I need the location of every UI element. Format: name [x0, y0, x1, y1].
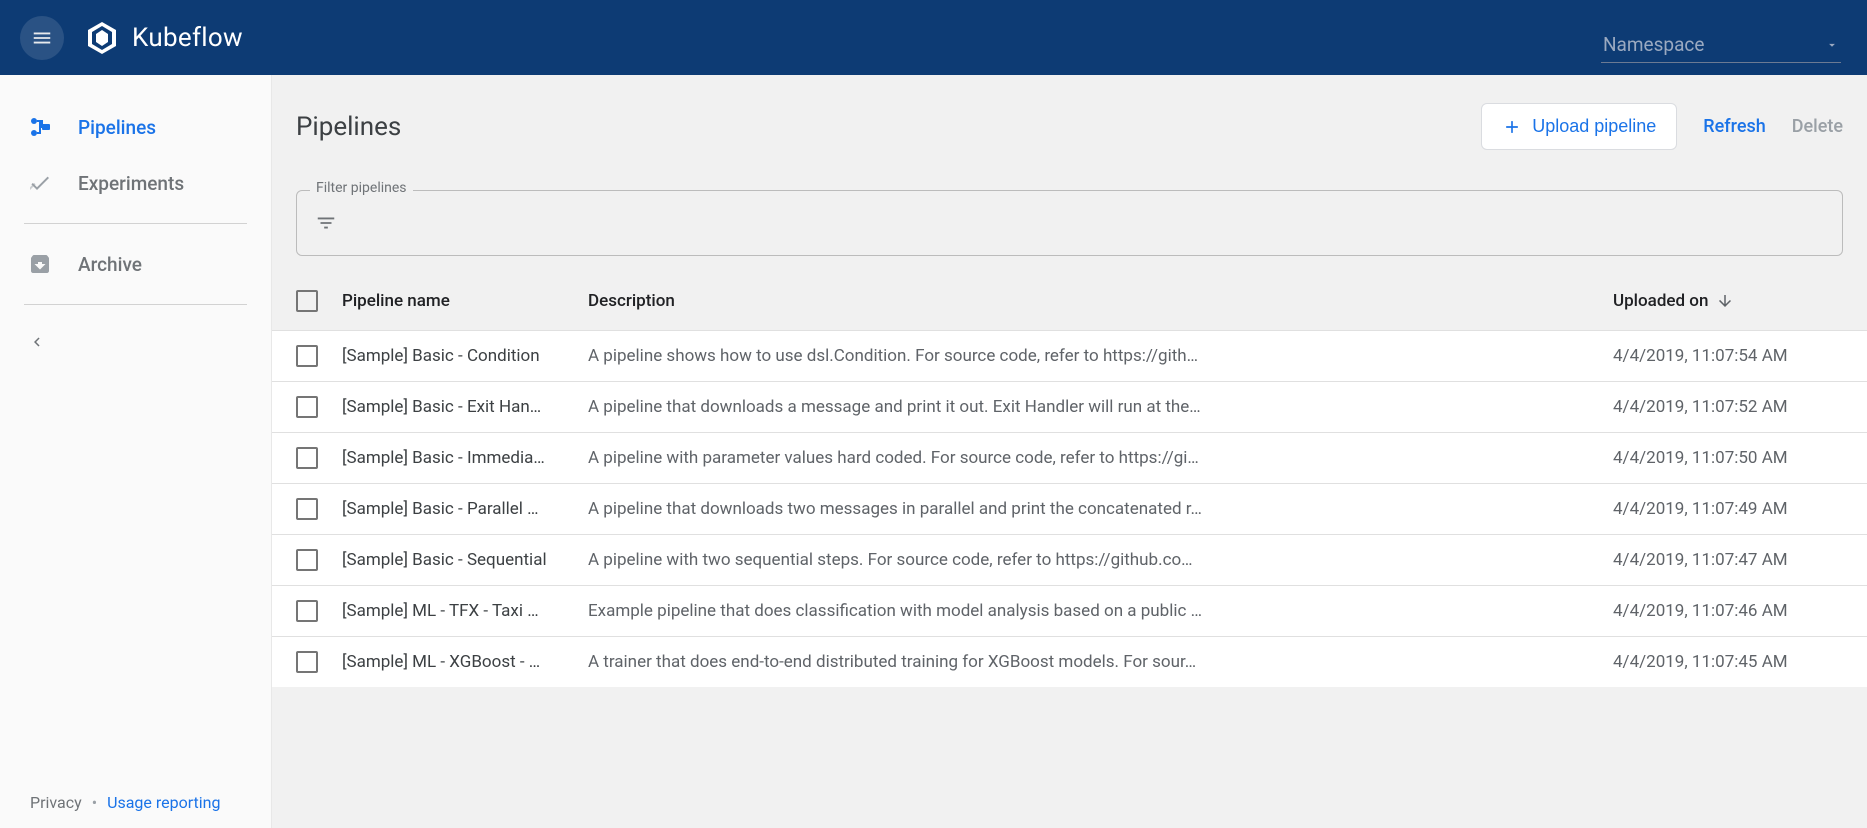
pipeline-name[interactable]: [Sample] Basic - Condition — [342, 346, 588, 366]
column-description[interactable]: Description — [588, 291, 1613, 311]
sidebar-item-archive[interactable]: Archive — [0, 236, 271, 292]
row-checkbox[interactable] — [296, 498, 318, 520]
table-row[interactable]: [Sample] ML - TFX - Taxi …Example pipeli… — [272, 585, 1867, 636]
sidebar-pipelines-label: Pipelines — [78, 116, 156, 139]
filter-input[interactable] — [351, 213, 1824, 233]
table-row[interactable]: [Sample] Basic - ConditionA pipeline sho… — [272, 330, 1867, 381]
page-title: Pipelines — [296, 112, 401, 142]
row-checkbox[interactable] — [296, 447, 318, 469]
pipeline-description: Example pipeline that does classificatio… — [588, 601, 1613, 621]
filter-box[interactable] — [296, 190, 1843, 256]
table-row[interactable]: [Sample] Basic - Exit Han…A pipeline tha… — [272, 381, 1867, 432]
pipeline-date: 4/4/2019, 11:07:54 AM — [1613, 346, 1843, 366]
sidebar-archive-label: Archive — [78, 253, 142, 276]
column-uploaded-label: Uploaded on — [1613, 291, 1708, 311]
app-header: Kubeflow Namespace — [0, 0, 1867, 75]
pipeline-description: A pipeline that downloads two messages i… — [588, 499, 1613, 519]
select-all-checkbox[interactable] — [296, 290, 318, 312]
sidebar-item-experiments[interactable]: Experiments — [0, 155, 271, 211]
row-checkbox[interactable] — [296, 549, 318, 571]
pipeline-description: A pipeline with parameter values hard co… — [588, 448, 1613, 468]
pipeline-name[interactable]: [Sample] Basic - Parallel … — [342, 499, 588, 519]
sidebar-footer: Privacy • Usage reporting — [0, 777, 271, 828]
main-content: Pipelines Upload pipeline Refresh Delete… — [272, 75, 1867, 828]
pipeline-description: A pipeline with two sequential steps. Fo… — [588, 550, 1613, 570]
row-checkbox[interactable] — [296, 345, 318, 367]
sidebar: Pipelines Experiments Archive Privacy • … — [0, 75, 272, 828]
experiments-icon — [28, 171, 52, 195]
refresh-button[interactable]: Refresh — [1703, 116, 1765, 137]
brand-name: Kubeflow — [132, 23, 243, 53]
pipeline-date: 4/4/2019, 11:07:50 AM — [1613, 448, 1843, 468]
plus-icon — [1502, 117, 1522, 137]
pipelines-icon — [28, 115, 52, 139]
table-header: Pipeline name Description Uploaded on — [272, 272, 1867, 330]
column-uploaded[interactable]: Uploaded on — [1613, 291, 1843, 311]
hamburger-icon — [31, 27, 53, 49]
row-checkbox[interactable] — [296, 600, 318, 622]
archive-icon — [28, 252, 52, 276]
table-row[interactable]: [Sample] ML - XGBoost - …A trainer that … — [272, 636, 1867, 687]
table-row[interactable]: [Sample] Basic - Parallel …A pipeline th… — [272, 483, 1867, 534]
brand-area: Kubeflow — [84, 20, 243, 56]
menu-toggle[interactable] — [20, 16, 64, 60]
filter-label: Filter pipelines — [310, 180, 413, 196]
sidebar-item-pipelines[interactable]: Pipelines — [0, 99, 271, 155]
upload-label: Upload pipeline — [1532, 116, 1656, 137]
pipeline-name[interactable]: [Sample] Basic - Immedia… — [342, 448, 588, 468]
arrow-down-icon — [1716, 292, 1734, 310]
pipeline-name[interactable]: [Sample] Basic - Exit Han… — [342, 397, 588, 417]
pipeline-description: A pipeline that downloads a message and … — [588, 397, 1613, 417]
delete-button[interactable]: Delete — [1792, 116, 1843, 137]
separator-dot: • — [92, 793, 97, 812]
pipeline-date: 4/4/2019, 11:07:52 AM — [1613, 397, 1843, 417]
pipeline-name[interactable]: [Sample] ML - TFX - Taxi … — [342, 601, 588, 621]
sidebar-divider-2 — [24, 304, 247, 305]
pipeline-name[interactable]: [Sample] ML - XGBoost - … — [342, 652, 588, 672]
usage-reporting-link[interactable]: Usage reporting — [107, 793, 220, 812]
dropdown-icon — [1825, 38, 1839, 52]
page-toolbar: Pipelines Upload pipeline Refresh Delete — [272, 75, 1867, 190]
sidebar-divider — [24, 223, 247, 224]
sidebar-experiments-label: Experiments — [78, 172, 184, 195]
chevron-left-icon — [28, 333, 46, 351]
namespace-selector[interactable]: Namespace — [1601, 29, 1841, 63]
namespace-label: Namespace — [1603, 33, 1704, 56]
row-checkbox[interactable] — [296, 396, 318, 418]
row-checkbox[interactable] — [296, 651, 318, 673]
pipeline-date: 4/4/2019, 11:07:46 AM — [1613, 601, 1843, 621]
table-body: [Sample] Basic - ConditionA pipeline sho… — [272, 330, 1867, 687]
table-row[interactable]: [Sample] Basic - Immedia…A pipeline with… — [272, 432, 1867, 483]
pipeline-description: A trainer that does end-to-end distribut… — [588, 652, 1613, 672]
privacy-link[interactable]: Privacy — [30, 793, 82, 812]
pipelines-table: Pipeline name Description Uploaded on [S… — [272, 272, 1867, 687]
pipeline-date: 4/4/2019, 11:07:49 AM — [1613, 499, 1843, 519]
column-name[interactable]: Pipeline name — [342, 291, 588, 311]
pipeline-description: A pipeline shows how to use dsl.Conditio… — [588, 346, 1613, 366]
sidebar-collapse[interactable] — [0, 317, 271, 371]
filter-container: Filter pipelines — [296, 190, 1843, 256]
kubeflow-logo-icon — [84, 20, 120, 56]
pipeline-name[interactable]: [Sample] Basic - Sequential — [342, 550, 588, 570]
upload-pipeline-button[interactable]: Upload pipeline — [1481, 103, 1677, 150]
filter-icon — [315, 212, 337, 234]
pipeline-date: 4/4/2019, 11:07:45 AM — [1613, 652, 1843, 672]
pipeline-date: 4/4/2019, 11:07:47 AM — [1613, 550, 1843, 570]
table-row[interactable]: [Sample] Basic - SequentialA pipeline wi… — [272, 534, 1867, 585]
